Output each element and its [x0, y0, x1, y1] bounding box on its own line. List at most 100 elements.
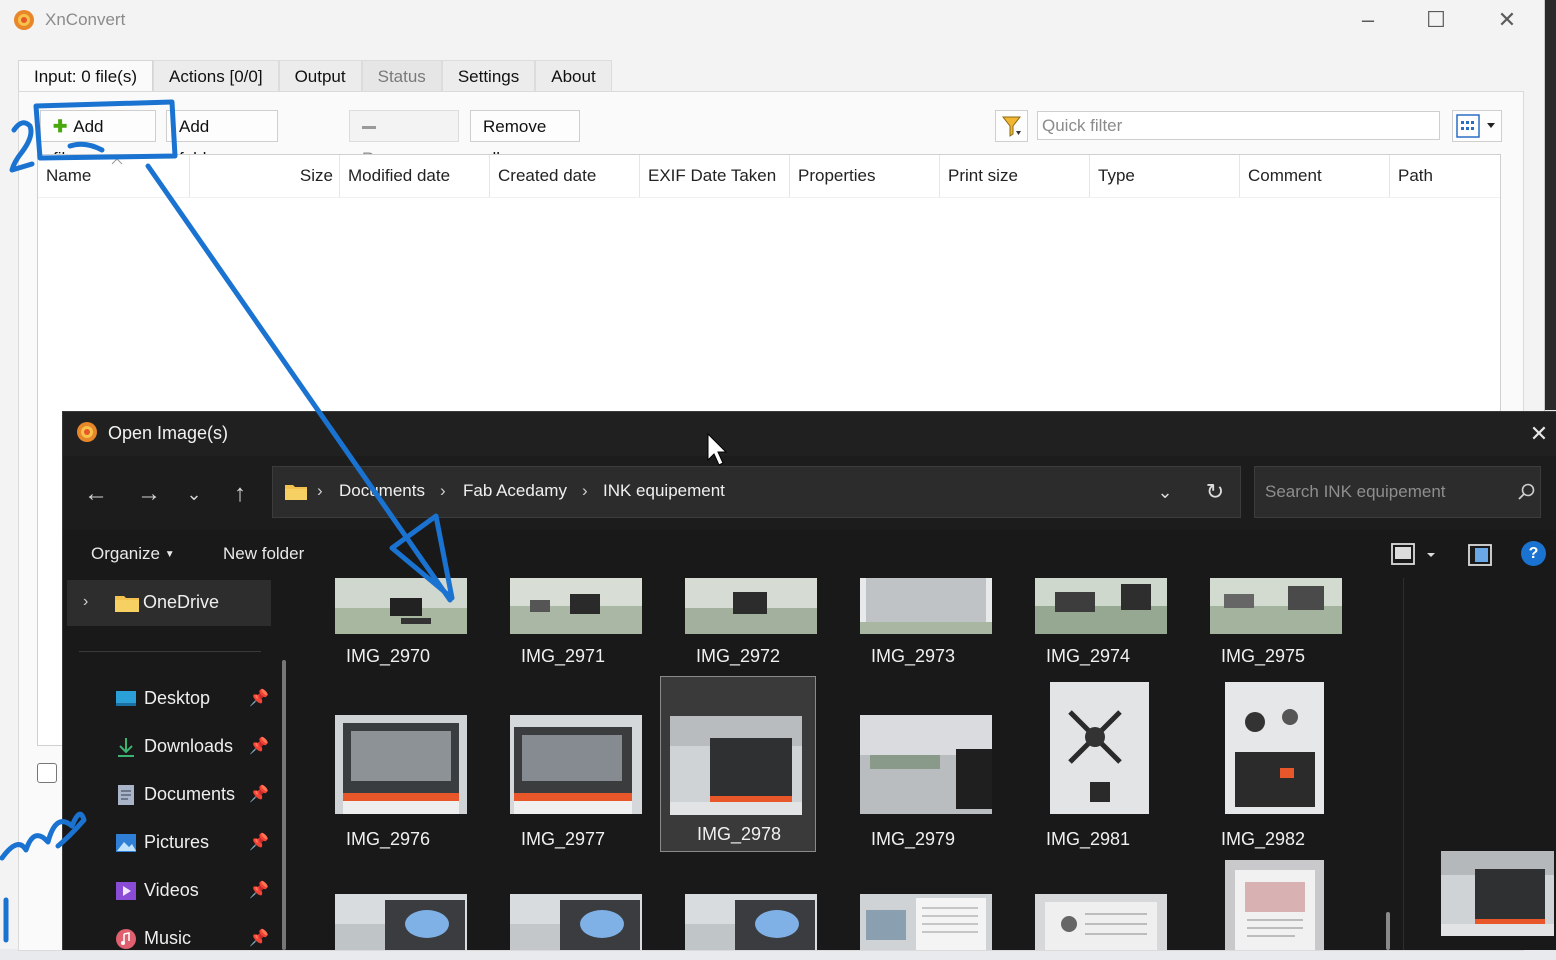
- file-item-selected[interactable]: IMG_2978: [660, 676, 816, 852]
- nav-item-onedrive[interactable]: › OneDrive: [67, 580, 271, 626]
- tab-settings[interactable]: Settings: [441, 60, 536, 92]
- breadcrumb-documents[interactable]: Documents: [339, 481, 425, 501]
- nav-item-pictures[interactable]: Pictures 📌: [103, 824, 283, 864]
- file-item[interactable]: IMG_2972: [660, 578, 817, 673]
- file-item[interactable]: [310, 894, 467, 950]
- file-name: IMG_2982: [1220, 829, 1306, 849]
- tab-about[interactable]: About: [535, 60, 612, 92]
- pin-icon[interactable]: 📌: [249, 832, 269, 852]
- nav-item-videos[interactable]: Videos 📌: [103, 872, 283, 912]
- search-box[interactable]: [1254, 466, 1541, 518]
- breadcrumb-ink-equipement[interactable]: INK equipement: [603, 481, 725, 501]
- nav-pane-scrollbar[interactable]: [282, 660, 286, 950]
- search-input[interactable]: [1255, 467, 1505, 517]
- file-item[interactable]: IMG_2973: [835, 578, 992, 673]
- file-name: IMG_2979: [870, 829, 956, 849]
- add-files-button[interactable]: ✚Add files...: [40, 110, 156, 168]
- filter-button[interactable]: [995, 110, 1028, 142]
- file-name: IMG_2981: [1045, 829, 1131, 849]
- back-arrow-icon[interactable]: ←: [78, 476, 114, 512]
- nav-item-desktop[interactable]: Desktop 📌: [103, 680, 283, 720]
- column-type[interactable]: Type: [1090, 155, 1240, 197]
- minus-icon: [362, 126, 376, 130]
- address-bar[interactable]: › Documents › Fab Acedamy › INK equipeme…: [272, 466, 1241, 518]
- breadcrumb-separator: ›: [317, 481, 323, 500]
- breadcrumb-fab-acedamy[interactable]: Fab Acedamy: [463, 481, 567, 501]
- column-properties[interactable]: Properties: [790, 155, 940, 197]
- file-item[interactable]: IMG_2977: [485, 682, 642, 858]
- download-icon: [118, 738, 134, 757]
- column-modified-date[interactable]: Modified date: [340, 155, 490, 197]
- remove-all-button[interactable]: Remove all: [470, 110, 580, 168]
- file-item[interactable]: [485, 894, 642, 950]
- refresh-icon[interactable]: ↻: [1201, 477, 1229, 507]
- tab-actions[interactable]: Actions [0/0]: [153, 60, 279, 92]
- file-item[interactable]: [1010, 894, 1167, 950]
- image-thumbnail: [1225, 860, 1324, 950]
- nav-item-documents[interactable]: Documents 📌: [103, 776, 283, 816]
- file-name: IMG_2973: [870, 646, 956, 666]
- quick-filter-input[interactable]: [1037, 111, 1440, 140]
- open-images-dialog: Open Image(s) ✕ ← → ⌄ ↑ › Documents › Fa…: [62, 411, 1556, 950]
- column-comment[interactable]: Comment: [1240, 155, 1390, 197]
- file-item[interactable]: [660, 894, 817, 950]
- minimize-button[interactable]: –: [1345, 4, 1391, 36]
- tab-input[interactable]: Input: 0 file(s): [18, 60, 153, 92]
- dialog-title-bar: Open Image(s) ✕: [63, 412, 1556, 456]
- remove-button[interactable]: Remove: [349, 110, 459, 168]
- tab-output[interactable]: Output: [278, 60, 362, 92]
- pin-icon[interactable]: 📌: [249, 928, 269, 948]
- forward-arrow-icon[interactable]: →: [131, 476, 167, 512]
- file-name: IMG_2972: [695, 646, 781, 666]
- file-item[interactable]: IMG_2976: [310, 682, 467, 858]
- content-scrollbar[interactable]: [1386, 912, 1390, 950]
- tab-status[interactable]: Status: [361, 60, 442, 92]
- pin-icon[interactable]: 📌: [249, 880, 269, 900]
- file-item[interactable]: [835, 894, 992, 950]
- image-thumbnail: [510, 715, 642, 814]
- organize-menu-button[interactable]: Organize ▼: [91, 544, 175, 564]
- column-print-size[interactable]: Print size: [940, 155, 1090, 197]
- new-folder-button[interactable]: New folder: [223, 544, 304, 564]
- file-item[interactable]: IMG_2982: [1185, 682, 1341, 858]
- nav-item-label: Videos: [144, 880, 199, 900]
- column-created-date[interactable]: Created date: [490, 155, 640, 197]
- dialog-close-button[interactable]: ✕: [1521, 418, 1556, 450]
- file-thumbnail-grid: IMG_2970 IMG_2971 IMG_2972 IMG_2973 IMG_…: [299, 578, 1403, 950]
- recent-locations-chevron-icon[interactable]: ⌄: [176, 476, 212, 512]
- file-item[interactable]: IMG_2971: [485, 578, 642, 673]
- breadcrumb-separator: ›: [440, 481, 446, 500]
- file-name: IMG_2977: [520, 829, 606, 849]
- file-item[interactable]: IMG_2979: [835, 682, 992, 858]
- image-thumbnail: [1050, 682, 1149, 814]
- column-exif-date[interactable]: EXIF Date Taken: [640, 155, 790, 197]
- maximize-button[interactable]: ☐: [1413, 4, 1459, 36]
- pin-icon[interactable]: 📌: [249, 736, 269, 756]
- file-item[interactable]: IMG_2981: [1010, 682, 1166, 858]
- file-item[interactable]: IMG_2974: [1010, 578, 1167, 673]
- preview-pane-icon: [1468, 544, 1492, 566]
- expand-chevron-icon[interactable]: ›: [83, 593, 88, 611]
- view-mode-button[interactable]: [1452, 110, 1502, 142]
- close-button[interactable]: ✕: [1484, 4, 1530, 36]
- up-arrow-icon[interactable]: ↑: [222, 476, 258, 512]
- nav-item-music[interactable]: Music 📌: [103, 920, 283, 960]
- file-item[interactable]: IMG_2975: [1185, 578, 1342, 673]
- help-button[interactable]: ?: [1521, 541, 1546, 566]
- select-checkbox[interactable]: [37, 763, 57, 783]
- preview-pane-button[interactable]: [1467, 542, 1493, 568]
- column-path[interactable]: Path: [1390, 155, 1500, 197]
- folder-icon: [115, 596, 139, 612]
- organize-label: Organize: [91, 544, 160, 563]
- address-dropdown-chevron-icon[interactable]: ⌄: [1151, 477, 1179, 507]
- nav-item-label: Desktop: [144, 688, 211, 708]
- file-item[interactable]: IMG_2970: [310, 578, 467, 673]
- column-size[interactable]: Size: [190, 155, 340, 197]
- file-item[interactable]: [1185, 860, 1341, 950]
- documents-icon: [118, 785, 134, 805]
- change-view-button[interactable]: [1391, 542, 1451, 568]
- nav-item-downloads[interactable]: Downloads 📌: [103, 728, 283, 768]
- pin-icon[interactable]: 📌: [249, 784, 269, 804]
- add-folder-button[interactable]: Add folder...: [166, 110, 278, 168]
- pin-icon[interactable]: 📌: [249, 688, 269, 708]
